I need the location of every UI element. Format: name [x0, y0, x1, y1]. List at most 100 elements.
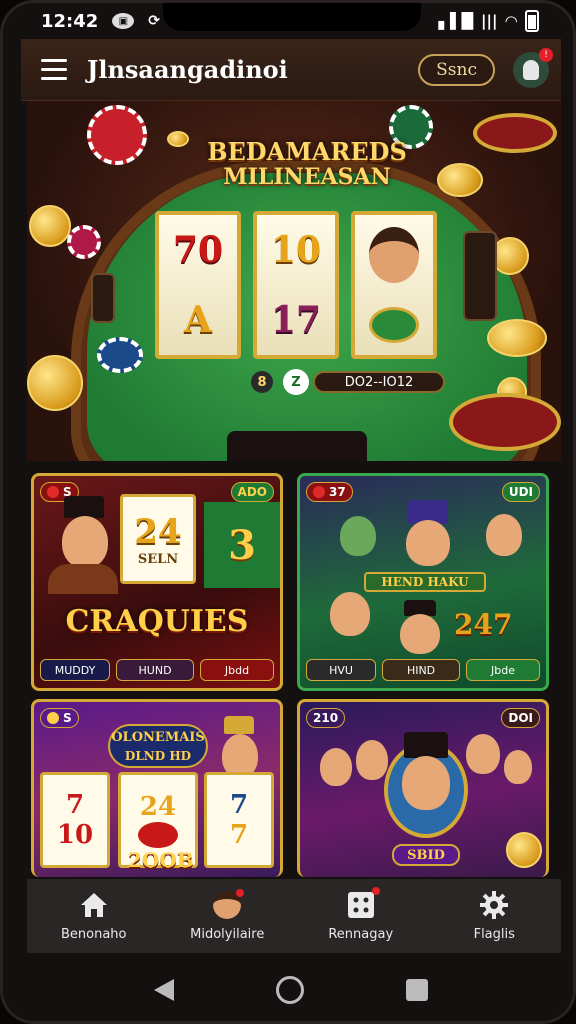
card-button[interactable]: HUND — [116, 659, 194, 681]
signal-icon: ▖▌█ — [438, 12, 474, 30]
menu-icon[interactable] — [33, 49, 75, 91]
nav-settings[interactable]: Flaglis — [429, 890, 559, 942]
nav-label: Flaglis — [473, 926, 515, 942]
card-badge-left: 210 — [306, 708, 346, 728]
bottom-navigation: Benonaho Midolyilaire Rennagay Flaglis — [27, 879, 561, 953]
game-value: 2OOB — [128, 848, 194, 872]
home-icon — [79, 891, 109, 919]
character-face — [330, 592, 370, 636]
promo-banner: HEND HAKU — [364, 572, 486, 592]
slot-reel: 24 SELN — [120, 494, 196, 584]
character-face — [402, 756, 450, 810]
card-button[interactable]: Jbde — [466, 659, 540, 681]
roulette-icon — [473, 113, 557, 153]
nav-games[interactable]: Rennagay — [296, 886, 426, 942]
game-value: 247 — [454, 608, 513, 641]
coin-icon — [27, 355, 83, 411]
slot-reel: 7 7 — [204, 772, 274, 868]
gear-icon — [479, 890, 509, 919]
game-card[interactable]: 37 UDI HEND HAKU 247 HVU HIND Jbde — [297, 473, 549, 691]
side-bars-right — [463, 231, 497, 321]
card-button[interactable]: HVU — [306, 659, 377, 681]
coin-icon — [29, 205, 71, 247]
poker-chip-icon — [67, 225, 101, 259]
character-face — [340, 516, 376, 556]
game-card[interactable]: 210 DOI SBID — [297, 699, 549, 877]
nav-home[interactable]: Benonaho — [29, 891, 159, 942]
game-label: SBID — [392, 844, 460, 866]
nav-label: Midolyilaire — [190, 926, 265, 942]
status-bar: 12:42 ▣ ⟳ ▖▌█ ||| ◠ — [3, 3, 573, 39]
poker-chip-icon — [97, 337, 143, 373]
cherry-icon — [138, 822, 178, 848]
coin-icon — [506, 832, 542, 868]
bet-control-button[interactable]: 8 — [251, 371, 273, 393]
slot-reel-green: 3 — [204, 502, 280, 588]
character-face — [356, 740, 388, 780]
phone-frame: 12:42 ▣ ⟳ ▖▌█ ||| ◠ Jlnsaangadinoi Ssnc … — [0, 0, 576, 1024]
spin-control-button[interactable]: Z — [283, 369, 309, 395]
system-navigation — [3, 953, 573, 1021]
profile-avatar-button[interactable]: ! — [513, 47, 553, 88]
game-title-badge: OLONEMAIS DLND HD — [108, 724, 208, 768]
character-body — [48, 564, 118, 594]
jackpot-display: DO2--IO12 — [313, 371, 445, 393]
recent-apps-icon[interactable] — [406, 979, 428, 1001]
card-badge-right: DOI — [501, 708, 540, 728]
slot-reel: 7 10 — [40, 772, 110, 868]
card-footer: MUDDY HUND Jbdd — [40, 658, 274, 682]
money-bag-icon — [369, 307, 419, 343]
roulette-icon — [449, 393, 561, 451]
app-title: Jlnsaangadinoi — [87, 55, 288, 84]
card-button[interactable]: Jbdd — [200, 659, 274, 681]
battery-icon — [525, 10, 539, 32]
character-hat — [224, 716, 254, 734]
slot-reel-1: 70 A — [155, 211, 241, 359]
character-face — [466, 734, 500, 774]
character-face — [320, 748, 352, 786]
hero-title: BEDAMAREDS MILINEASAN — [207, 137, 407, 190]
dice-icon — [346, 886, 380, 919]
coin-icon — [437, 163, 483, 197]
bars-icon: ||| — [481, 12, 498, 30]
hero-banner[interactable]: BEDAMAREDS MILINEASAN 70 A 10 17 8 Z DO2… — [27, 101, 561, 461]
send-button[interactable]: Ssnc — [418, 53, 495, 86]
character-face — [62, 516, 108, 568]
card-badge-right: UDI — [501, 482, 540, 502]
game-grid: S ADO 24 SELN 3 CRAQUIES MUDDY HUND Jbdd… — [27, 465, 561, 877]
app-header: Jlnsaangadinoi Ssnc ! — [21, 39, 561, 101]
poker-chip-icon — [87, 105, 147, 165]
card-badge-left: S — [40, 708, 79, 728]
wifi-icon: ◠ — [505, 12, 517, 30]
profile-avatar-icon — [212, 888, 245, 919]
game-card[interactable]: S OLONEMAIS DLND HD 7 10 24 7 7 2OOB — [31, 699, 283, 877]
card-button[interactable]: MUDDY — [40, 659, 111, 681]
avatar-icon — [523, 59, 539, 80]
card-footer: HVU HIND Jbde — [306, 658, 540, 682]
coin-icon — [487, 319, 547, 357]
nav-label: Benonaho — [60, 926, 127, 942]
character-hat — [64, 496, 104, 518]
character-face — [504, 750, 532, 784]
slot-reel-3 — [351, 211, 437, 359]
character-face — [400, 614, 440, 654]
character-face — [406, 520, 450, 566]
notification-icon: ▣ — [112, 13, 135, 29]
nav-label: Rennagay — [328, 926, 394, 942]
back-icon[interactable] — [154, 979, 174, 1001]
coin-icon — [167, 131, 189, 147]
table-slot — [227, 431, 367, 461]
game-title: CRAQUIES — [65, 604, 249, 639]
game-card[interactable]: S ADO 24 SELN 3 CRAQUIES MUDDY HUND Jbdd — [31, 473, 283, 691]
slot-reel-2: 10 17 — [253, 211, 339, 359]
home-circle-icon[interactable] — [276, 976, 304, 1004]
side-bars-left — [91, 273, 115, 323]
character-face — [486, 514, 522, 556]
card-button[interactable]: HIND — [382, 659, 460, 681]
character-hat — [404, 732, 448, 758]
gentleman-face-icon — [369, 227, 419, 283]
nav-profile[interactable]: Midolyilaire — [162, 888, 292, 942]
notification-badge: ! — [539, 47, 553, 62]
sync-icon: ⟳ — [148, 13, 161, 29]
status-time: 12:42 — [41, 10, 99, 32]
